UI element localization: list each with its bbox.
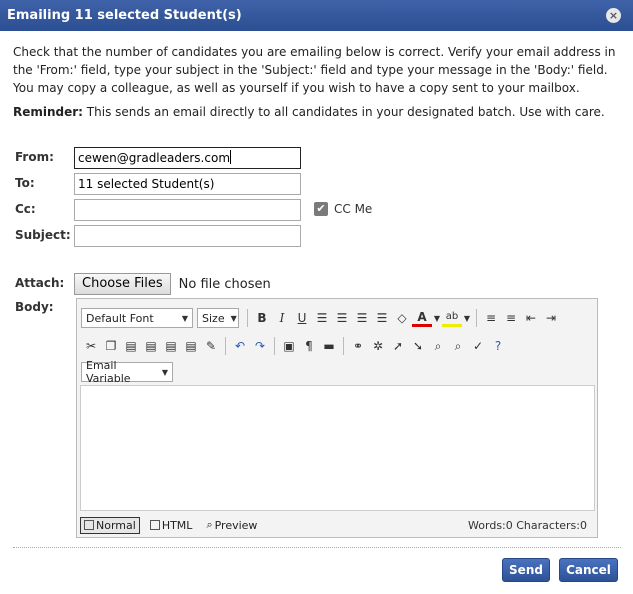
link-icon[interactable]: ⚭ <box>348 336 368 356</box>
paste-text-icon[interactable]: ▤ <box>141 336 161 356</box>
italic-icon[interactable]: I <box>272 308 292 328</box>
normal-mode-label: Normal <box>96 518 136 532</box>
paragraph-icon[interactable]: ¶ <box>299 336 319 356</box>
toolbar-separator <box>274 337 275 355</box>
cc-label: Cc: <box>15 202 36 216</box>
preview-mode-label: Preview <box>214 518 258 532</box>
subject-label: Subject: <box>15 228 71 242</box>
close-icon[interactable]: × <box>606 8 621 23</box>
send-button[interactable]: Send <box>502 558 550 582</box>
unlink-icon[interactable]: ✲ <box>368 336 388 356</box>
attach-label: Attach: <box>15 276 65 290</box>
cut-icon[interactable]: ✂ <box>81 336 101 356</box>
body-edit-area[interactable] <box>80 385 595 511</box>
font-color-icon[interactable]: A <box>412 309 432 327</box>
size-select-value: Size <box>202 311 225 325</box>
paste-icon[interactable]: ▤ <box>121 336 141 356</box>
undo-icon[interactable]: ↶ <box>230 336 250 356</box>
chevron-down-icon: ▼ <box>181 313 188 323</box>
spellcheck-icon[interactable]: ✓ <box>468 336 488 356</box>
outdent-icon[interactable]: ⇤ <box>521 308 541 328</box>
html-mode-label: HTML <box>161 518 193 532</box>
toolbar-row-3: Email Variable ▼ <box>81 359 177 385</box>
to-field[interactable]: 11 selected Student(s) <box>74 173 301 195</box>
preview-mode-tab[interactable]: ⌕ Preview <box>202 516 261 534</box>
chevron-down-icon[interactable]: ▼ <box>432 308 442 328</box>
help-icon[interactable]: ? <box>488 336 508 356</box>
email-variable-select-value: Email Variable <box>86 359 131 385</box>
ordered-list-icon[interactable]: ≡ <box>481 308 501 328</box>
redo-icon[interactable]: ↷ <box>250 336 270 356</box>
to-label: To: <box>15 176 35 190</box>
toolbar-separator <box>225 337 226 355</box>
preview-mode-icon: ⌕ <box>206 518 213 531</box>
underline-icon[interactable]: U <box>292 308 312 328</box>
align-center-icon[interactable]: ☰ <box>332 308 352 328</box>
size-select[interactable]: Size ▼ <box>197 308 239 328</box>
find-icon[interactable]: ⌕ <box>428 336 448 356</box>
body-label: Body: <box>15 300 54 314</box>
insert-image-icon[interactable]: ▣ <box>279 336 299 356</box>
cc-me-checkbox[interactable]: ✔ <box>314 202 328 216</box>
reminder-text: Reminder: This sends an email directly t… <box>13 103 621 121</box>
editor-footer: Normal HTML ⌕ Preview Words:0 Characters:… <box>80 515 595 535</box>
rich-text-editor: Default Font ▼ Size ▼ B I U ☰ ☰ ☰ ☰ ◇ A ▼ … <box>76 298 598 538</box>
anchor-icon[interactable]: ➚ <box>388 336 408 356</box>
format-painter-icon[interactable]: ✎ <box>201 336 221 356</box>
select-icon[interactable]: ➘ <box>408 336 428 356</box>
indent-icon[interactable]: ⇥ <box>541 308 561 328</box>
dialog-title: Emailing 11 selected Student(s) <box>7 8 242 23</box>
find-replace-icon[interactable]: ⌕ <box>448 336 468 356</box>
paste-word-icon[interactable]: ▤ <box>161 336 181 356</box>
paste-html-icon[interactable]: ▤ <box>181 336 201 356</box>
align-justify-icon[interactable]: ☰ <box>352 308 372 328</box>
chevron-down-icon[interactable]: ▼ <box>462 308 472 328</box>
from-label: From: <box>15 150 54 164</box>
from-field[interactable]: cewen@gradleaders.com <box>74 147 301 169</box>
html-mode-tab[interactable]: HTML <box>146 517 197 534</box>
normal-mode-icon <box>84 520 94 530</box>
dialog-titlebar: Emailing 11 selected Student(s) × <box>0 0 633 31</box>
font-select[interactable]: Default Font ▼ <box>81 308 193 328</box>
text-caret <box>230 150 232 164</box>
word-count: Words:0 Characters:0 <box>468 518 587 532</box>
cc-me-label: CC Me <box>334 202 373 216</box>
email-variable-select[interactable]: Email Variable ▼ <box>81 359 173 385</box>
chevron-down-icon: ▼ <box>230 313 237 323</box>
normal-mode-tab[interactable]: Normal <box>80 516 140 534</box>
copy-icon[interactable]: ❐ <box>101 336 121 356</box>
from-field-value: cewen@gradleaders.com <box>78 151 231 165</box>
eraser-icon[interactable]: ◇ <box>392 308 412 328</box>
toolbar-row-1: Default Font ▼ Size ▼ B I U ☰ ☰ ☰ ☰ ◇ A ▼ … <box>81 305 561 331</box>
choose-files-button[interactable]: Choose Files <box>74 273 171 295</box>
toolbar-separator <box>476 309 477 327</box>
reminder-label: Reminder: <box>13 105 83 119</box>
attach-control: Choose Files No file chosen <box>74 273 271 295</box>
cc-field[interactable] <box>74 199 301 221</box>
html-mode-icon <box>149 520 160 530</box>
chevron-down-icon: ▼ <box>161 367 168 377</box>
no-file-text: No file chosen <box>178 276 271 292</box>
subject-field[interactable] <box>74 225 301 247</box>
highlight-color-icon[interactable]: ab <box>442 309 462 327</box>
footer-divider <box>13 547 621 548</box>
reminder-body: This sends an email directly to all cand… <box>82 105 605 119</box>
toolbar-separator <box>247 309 248 327</box>
align-right-icon[interactable]: ☰ <box>372 308 392 328</box>
toolbar-separator <box>343 337 344 355</box>
cc-me-option[interactable]: ✔ CC Me <box>314 202 372 216</box>
cancel-button[interactable]: Cancel <box>559 558 618 582</box>
font-select-value: Default Font <box>86 311 154 325</box>
bold-icon[interactable]: B <box>252 308 272 328</box>
bullet-list-icon[interactable]: ≡ <box>501 308 521 328</box>
align-left-icon[interactable]: ☰ <box>312 308 332 328</box>
horizontal-rule-icon[interactable]: ▬ <box>319 336 339 356</box>
toolbar-row-2: ✂ ❐ ▤ ▤ ▤ ▤ ✎ ↶ ↷ ▣ ¶ ▬ ⚭ ✲ ➚ ➘ ⌕ ⌕ ✓ ? <box>81 333 508 359</box>
instructions-text: Check that the number of candidates you … <box>13 45 616 95</box>
